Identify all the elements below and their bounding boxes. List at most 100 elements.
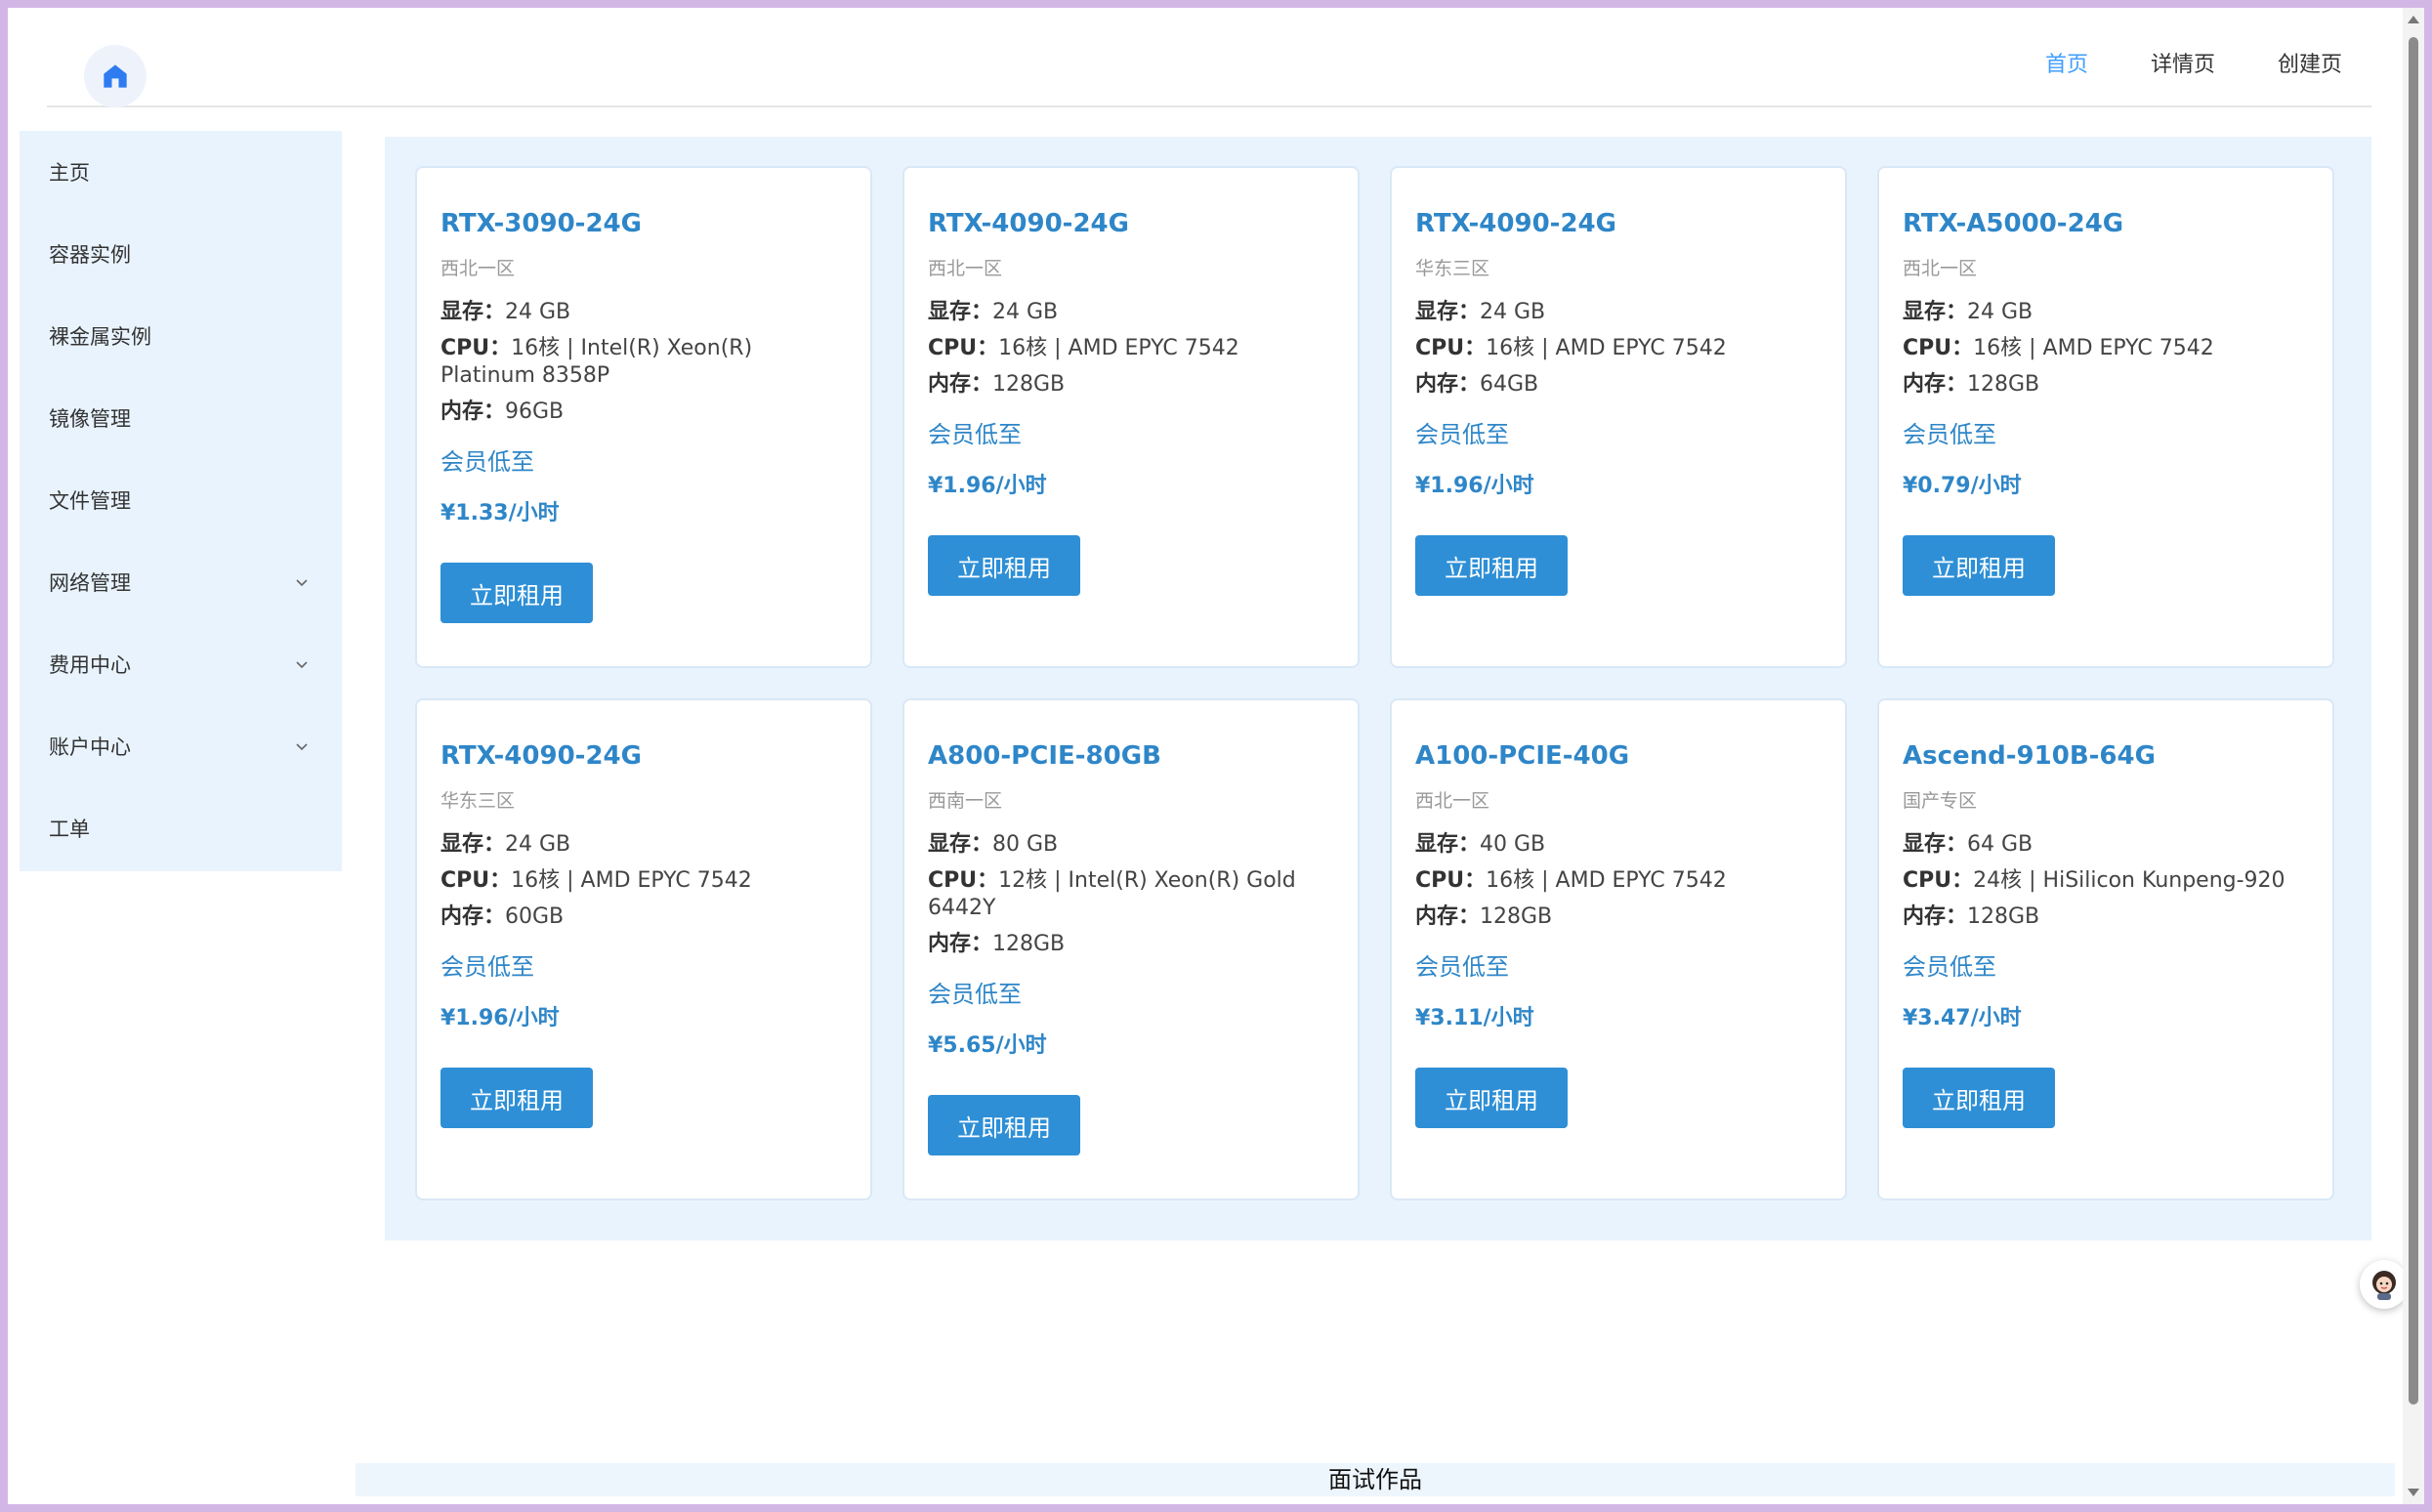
avatar-icon bbox=[2372, 1271, 2396, 1300]
rent-button[interactable]: 立即租用 bbox=[928, 535, 1080, 596]
sidebar-item-files[interactable]: 文件管理 bbox=[20, 459, 342, 541]
top-nav: 首页 详情页 创建页 bbox=[2045, 47, 2342, 78]
gpu-name[interactable]: A100-PCIE-40G bbox=[1415, 739, 1822, 773]
rent-button[interactable]: 立即租用 bbox=[1903, 1068, 2055, 1128]
scroll-thumb[interactable] bbox=[2409, 37, 2418, 1405]
scroll-up-icon[interactable] bbox=[2408, 16, 2419, 23]
nav-detail[interactable]: 详情页 bbox=[2151, 47, 2215, 78]
vram-spec: 显存：40 GB bbox=[1415, 832, 1546, 857]
gpu-name[interactable]: RTX-A5000-24G bbox=[1903, 207, 2309, 240]
member-price-label: 会员低至 bbox=[928, 421, 1022, 448]
sidebar-item-container[interactable]: 容器实例 bbox=[20, 213, 342, 295]
sidebar-item-label: 主页 bbox=[49, 161, 90, 185]
ram-spec: 内存：128GB bbox=[928, 932, 1066, 956]
sidebar-item-ticket[interactable]: 工单 bbox=[20, 787, 342, 869]
rent-button[interactable]: 立即租用 bbox=[928, 1095, 1080, 1155]
price: ¥1.96/小时 bbox=[1415, 474, 1534, 498]
member-price-label: 会员低至 bbox=[1903, 421, 1996, 448]
member-price-label: 会员低至 bbox=[1415, 953, 1509, 981]
sidebar-item-label: 费用中心 bbox=[49, 653, 131, 677]
gpu-card: RTX-4090-24G 华东三区 显存：24 GB CPU：16核 | AMD… bbox=[1390, 166, 1847, 668]
gpu-card: RTX-4090-24G 西北一区 显存：24 GB CPU：16核 | AMD… bbox=[902, 166, 1360, 668]
rent-button[interactable]: 立即租用 bbox=[1415, 535, 1568, 596]
sidebar-item-billing[interactable]: 费用中心 bbox=[20, 623, 342, 705]
gpu-name[interactable]: RTX-4090-24G bbox=[440, 739, 847, 773]
member-price-label: 会员低至 bbox=[1903, 953, 1996, 981]
sidebar-item-network[interactable]: 网络管理 bbox=[20, 541, 342, 623]
sidebar-item-label: 账户中心 bbox=[49, 735, 131, 759]
price: ¥3.11/小时 bbox=[1415, 1006, 1534, 1030]
rent-button[interactable]: 立即租用 bbox=[1903, 535, 2055, 596]
vertical-scrollbar[interactable] bbox=[2403, 8, 2424, 1504]
cpu-spec: CPU：16核 | AMD EPYC 7542 bbox=[440, 868, 752, 893]
vram-spec: 显存：24 GB bbox=[1415, 300, 1546, 324]
gpu-region: 国产专区 bbox=[1903, 790, 1978, 812]
sidebar-item-label: 裸金属实例 bbox=[49, 325, 151, 349]
gpu-name[interactable]: RTX-4090-24G bbox=[1415, 207, 1822, 240]
cpu-spec: CPU：16核 | AMD EPYC 7542 bbox=[928, 336, 1239, 360]
sidebar-item-baremetal[interactable]: 裸金属实例 bbox=[20, 295, 342, 377]
sidebar-item-label: 网络管理 bbox=[49, 571, 131, 595]
home-icon bbox=[104, 64, 127, 88]
gpu-market-panel: RTX-3090-24G 西北一区 显存：24 GB CPU：16核 | Int… bbox=[385, 137, 2371, 1240]
sidebar-item-images[interactable]: 镜像管理 bbox=[20, 377, 342, 459]
price: ¥3.47/小时 bbox=[1903, 1006, 2022, 1030]
gpu-name[interactable]: Ascend-910B-64G bbox=[1903, 739, 2309, 773]
vram-spec: 显存：24 GB bbox=[440, 832, 571, 857]
rent-button[interactable]: 立即租用 bbox=[440, 563, 593, 623]
member-price-label: 会员低至 bbox=[1415, 421, 1509, 448]
sidebar-item-home[interactable]: 主页 bbox=[20, 131, 342, 213]
vram-spec: 显存：80 GB bbox=[928, 832, 1059, 857]
sidebar-item-label: 工单 bbox=[49, 818, 90, 841]
footer: 面试作品 bbox=[356, 1463, 2395, 1496]
gpu-card: A800-PCIE-80GB 西南一区 显存：80 GB CPU：12核 | I… bbox=[902, 698, 1360, 1200]
sidebar: 主页 容器实例 裸金属实例 镜像管理 文件管理 网络管理 费用中心 账户中心 工… bbox=[20, 131, 342, 871]
top-header: 首页 详情页 创建页 bbox=[47, 8, 2371, 107]
gpu-region: 西北一区 bbox=[928, 258, 1003, 279]
chevron-down-icon bbox=[291, 653, 313, 675]
gpu-name[interactable]: A800-PCIE-80GB bbox=[928, 739, 1334, 773]
cpu-spec: CPU：16核 | Intel(R) Xeon(R) Platinum 8358… bbox=[440, 336, 753, 388]
gpu-region: 华东三区 bbox=[440, 790, 516, 812]
chevron-down-icon bbox=[291, 735, 313, 757]
vram-spec: 显存：64 GB bbox=[1903, 832, 2034, 857]
chevron-down-icon bbox=[291, 571, 313, 593]
gpu-region: 西北一区 bbox=[1903, 258, 1978, 279]
price: ¥1.33/小时 bbox=[440, 501, 560, 525]
cpu-spec: CPU：16核 | AMD EPYC 7542 bbox=[1415, 868, 1727, 893]
cpu-spec: CPU：24核 | HiSilicon Kunpeng-920 bbox=[1903, 868, 2285, 893]
ram-spec: 内存：60GB bbox=[440, 904, 565, 929]
gpu-card: RTX-3090-24G 西北一区 显存：24 GB CPU：16核 | Int… bbox=[415, 166, 872, 668]
rent-button[interactable]: 立即租用 bbox=[440, 1068, 593, 1128]
rent-button[interactable]: 立即租用 bbox=[1415, 1068, 1568, 1128]
cpu-spec: CPU：12核 | Intel(R) Xeon(R) Gold 6442Y bbox=[928, 868, 1296, 920]
gpu-region: 西北一区 bbox=[440, 258, 516, 279]
sidebar-item-account[interactable]: 账户中心 bbox=[20, 705, 342, 787]
ram-spec: 内存：128GB bbox=[1415, 904, 1553, 929]
sidebar-item-label: 文件管理 bbox=[49, 489, 131, 513]
vram-spec: 显存：24 GB bbox=[928, 300, 1059, 324]
nav-create[interactable]: 创建页 bbox=[2278, 47, 2342, 78]
cpu-spec: CPU：16核 | AMD EPYC 7542 bbox=[1903, 336, 2214, 360]
ram-spec: 内存：128GB bbox=[928, 372, 1066, 397]
gpu-card: A100-PCIE-40G 西北一区 显存：40 GB CPU：16核 | AM… bbox=[1390, 698, 1847, 1200]
browser-window: 首页 详情页 创建页 主页 容器实例 裸金属实例 镜像管理 文件管理 网络管理 … bbox=[8, 8, 2424, 1504]
gpu-card-grid: RTX-3090-24G 西北一区 显存：24 GB CPU：16核 | Int… bbox=[415, 166, 2334, 1200]
nav-home[interactable]: 首页 bbox=[2045, 47, 2088, 78]
gpu-name[interactable]: RTX-4090-24G bbox=[928, 207, 1334, 240]
ram-spec: 内存：128GB bbox=[1903, 904, 2040, 929]
member-price-label: 会员低至 bbox=[928, 981, 1022, 1008]
ram-spec: 内存：96GB bbox=[440, 399, 565, 424]
assistant-avatar[interactable] bbox=[2360, 1260, 2409, 1309]
home-logo[interactable] bbox=[84, 45, 147, 107]
gpu-card: Ascend-910B-64G 国产专区 显存：64 GB CPU：24核 | … bbox=[1877, 698, 2334, 1200]
scroll-down-icon[interactable] bbox=[2408, 1489, 2419, 1496]
member-price-label: 会员低至 bbox=[440, 953, 534, 981]
gpu-region: 西南一区 bbox=[928, 790, 1003, 812]
gpu-region: 西北一区 bbox=[1415, 790, 1490, 812]
ram-spec: 内存：128GB bbox=[1903, 372, 2040, 397]
gpu-name[interactable]: RTX-3090-24G bbox=[440, 207, 847, 240]
price: ¥5.65/小时 bbox=[928, 1033, 1047, 1058]
gpu-card: RTX-A5000-24G 西北一区 显存：24 GB CPU：16核 | AM… bbox=[1877, 166, 2334, 668]
sidebar-item-label: 镜像管理 bbox=[49, 407, 131, 431]
